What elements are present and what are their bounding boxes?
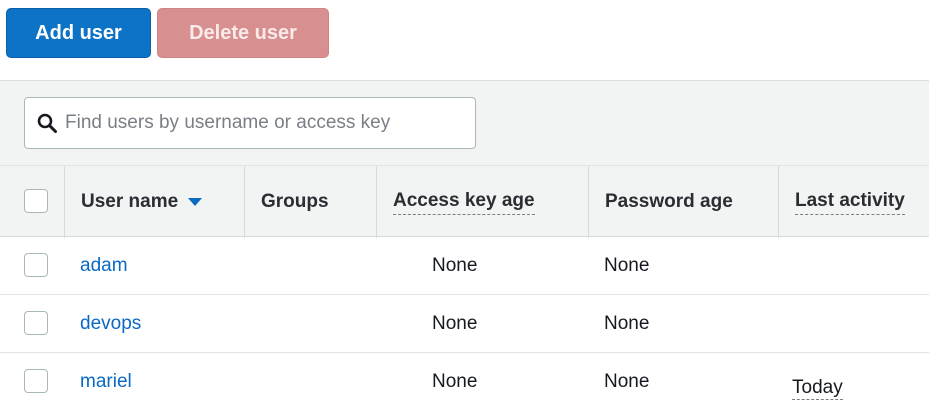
column-label-password-age: Password age bbox=[605, 191, 733, 212]
table-row[interactable]: devops None None bbox=[0, 295, 929, 353]
column-label-last-activity: Last activity bbox=[795, 190, 905, 215]
column-header-access-key-age[interactable]: Access key age bbox=[376, 166, 588, 238]
access-key-age-value: None bbox=[432, 370, 478, 392]
user-name-link[interactable]: devops bbox=[80, 295, 141, 352]
users-table-panel: User name Groups Access key age Password… bbox=[0, 80, 929, 400]
password-age-value: None bbox=[604, 254, 650, 276]
table-toolbar bbox=[0, 81, 929, 165]
row-checkbox[interactable] bbox=[24, 369, 48, 393]
table-row[interactable]: mariel None None Today bbox=[0, 353, 929, 411]
search-input[interactable] bbox=[65, 112, 475, 134]
access-key-age-value: None bbox=[432, 254, 478, 276]
user-name-link[interactable]: adam bbox=[80, 237, 128, 294]
table-row[interactable]: adam None None bbox=[0, 237, 929, 295]
select-all-cell bbox=[0, 166, 64, 238]
user-name-link[interactable]: mariel bbox=[80, 353, 132, 410]
column-label-user-name: User name bbox=[81, 191, 179, 212]
search-box[interactable] bbox=[24, 97, 476, 149]
password-age-value: None bbox=[604, 370, 650, 392]
column-header-last-activity[interactable]: Last activity bbox=[778, 166, 929, 238]
column-label-access-key-age: Access key age bbox=[393, 190, 535, 215]
column-label-groups: Groups bbox=[261, 191, 329, 212]
row-checkbox[interactable] bbox=[24, 311, 48, 335]
add-user-button[interactable]: Add user bbox=[6, 8, 151, 58]
column-header-password-age[interactable]: Password age bbox=[588, 166, 778, 238]
row-checkbox[interactable] bbox=[24, 253, 48, 277]
caret-down-icon bbox=[188, 197, 203, 207]
select-all-checkbox[interactable] bbox=[24, 189, 48, 213]
column-header-user-name[interactable]: User name bbox=[64, 166, 244, 238]
access-key-age-value: None bbox=[432, 312, 478, 334]
search-icon bbox=[37, 113, 57, 133]
column-header-groups[interactable]: Groups bbox=[244, 166, 376, 238]
table-header: User name Groups Access key age Password… bbox=[0, 165, 929, 238]
password-age-value: None bbox=[604, 312, 650, 334]
delete-user-button[interactable]: Delete user bbox=[157, 8, 329, 58]
